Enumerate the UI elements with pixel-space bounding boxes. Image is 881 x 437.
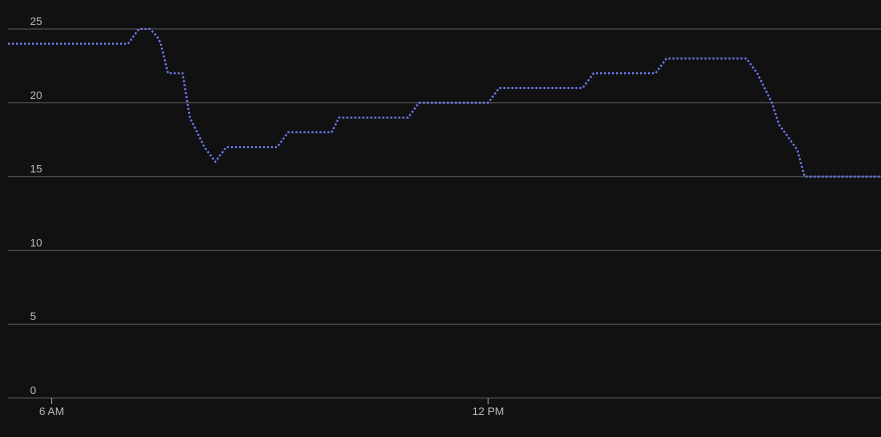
y-tick-label-15: 15 <box>30 164 42 176</box>
y-tick-label-5: 5 <box>30 311 36 323</box>
y-tick-label-10: 10 <box>30 237 42 249</box>
grid-lines <box>8 28 881 399</box>
x-tick-label-1: 12 PM <box>472 406 504 418</box>
y-tick-label-25: 25 <box>30 16 42 28</box>
x-tick-label-0: 6 AM <box>39 406 64 418</box>
y-tick-label-20: 20 <box>30 90 42 102</box>
y-axis-tick-labels: 0 5 10 15 20 25 <box>30 16 42 397</box>
y-tick-label-0: 0 <box>30 385 36 397</box>
line-chart: 0 5 10 15 20 25 6 AM 12 PM <box>8 16 881 418</box>
x-axis: 6 AM 12 PM <box>39 398 504 418</box>
